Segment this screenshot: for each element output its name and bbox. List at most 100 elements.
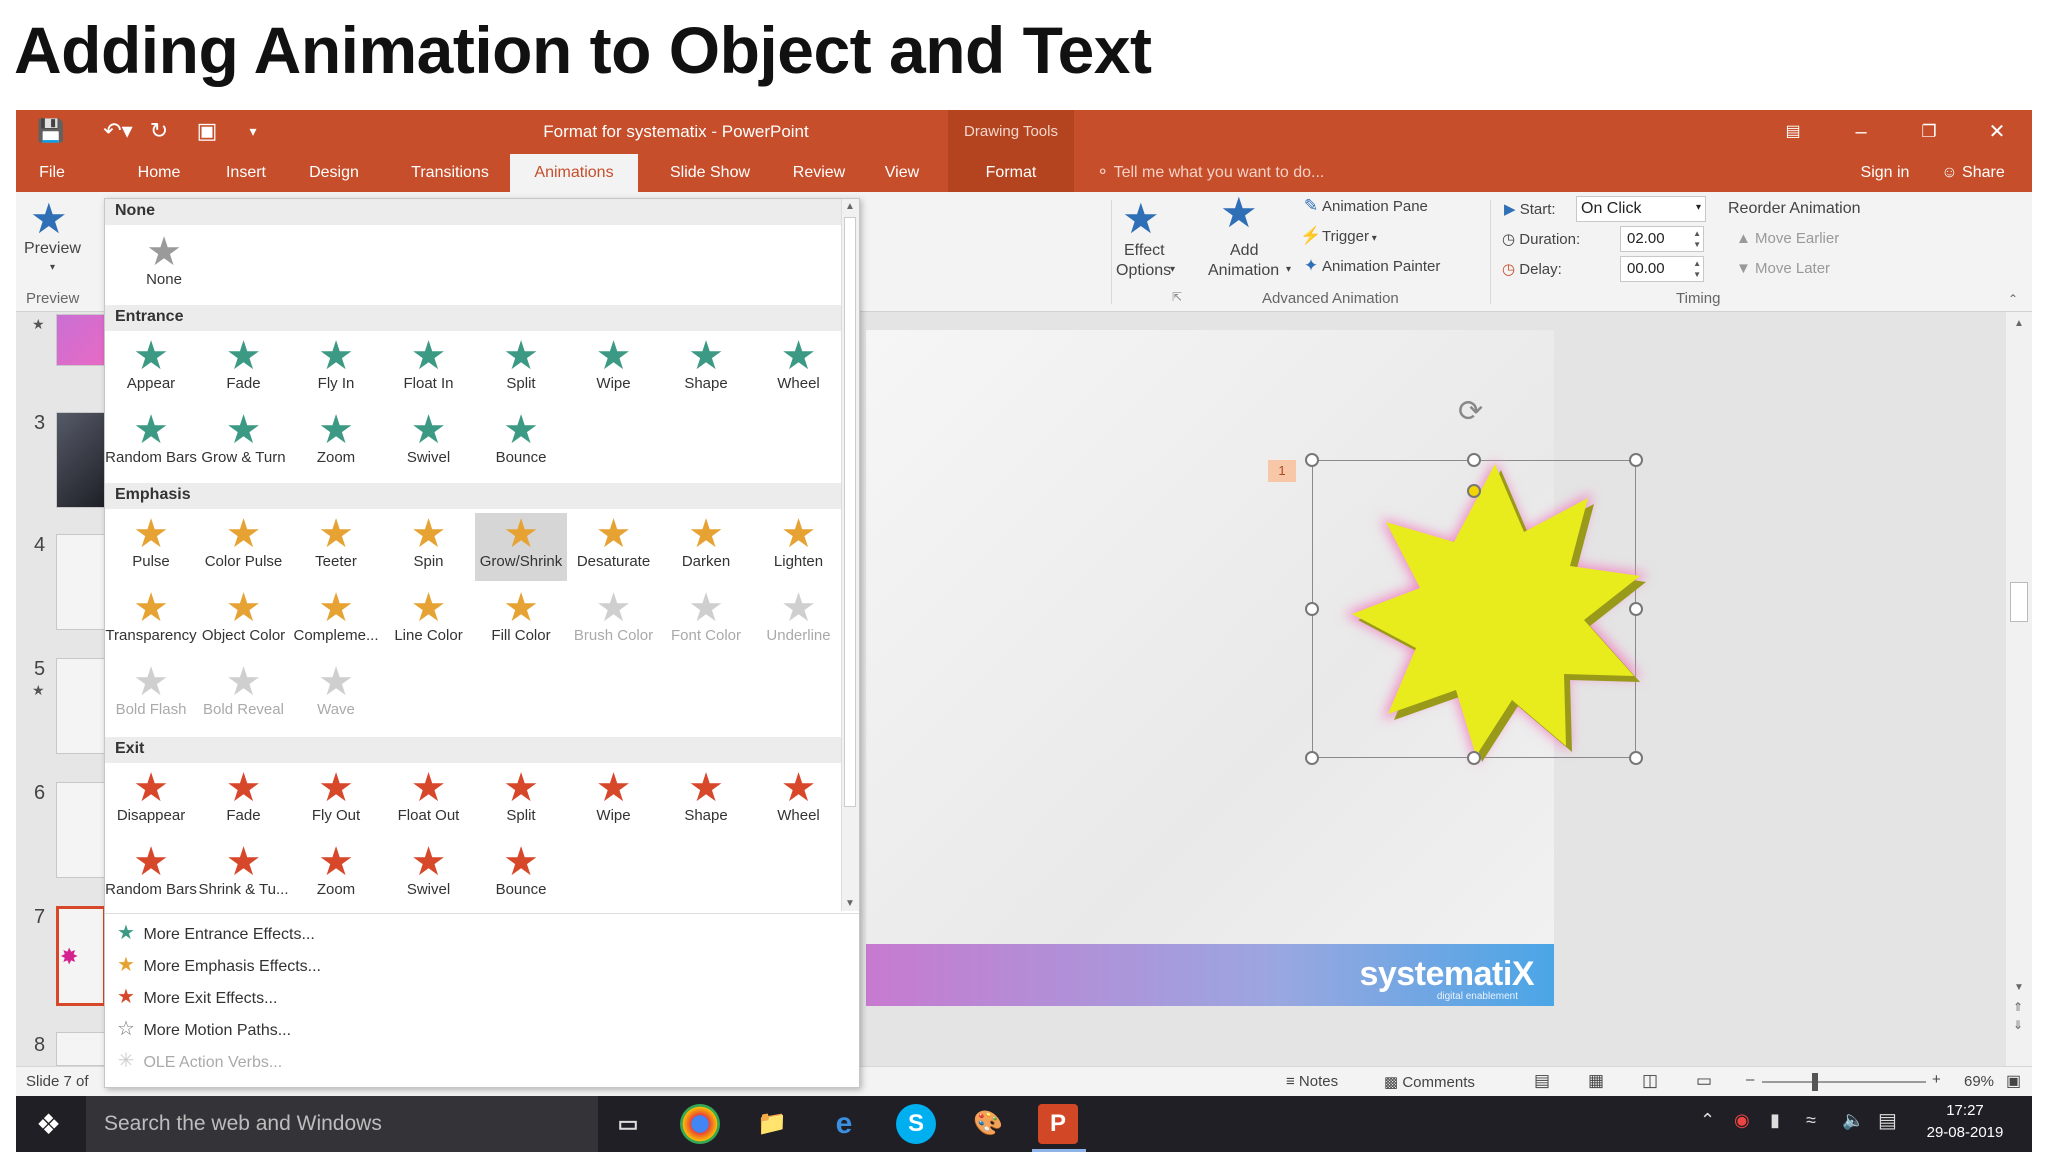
- move-later-button[interactable]: ▼ Move Later: [1736, 260, 1830, 277]
- effect-float-out[interactable]: ★ Float Out: [383, 767, 475, 835]
- slideshow-icon[interactable]: ▭: [1696, 1071, 1712, 1091]
- slide-sorter-icon[interactable]: ▦: [1588, 1071, 1604, 1091]
- tab-animations[interactable]: Animations: [510, 154, 638, 192]
- animation-pane-button[interactable]: ✎ Animation Pane: [1300, 196, 1428, 216]
- preview-button[interactable]: Preview: [24, 240, 81, 258]
- effect-swivel[interactable]: ★ Swivel: [383, 409, 475, 477]
- effect-zoom[interactable]: ★ Zoom: [290, 841, 382, 909]
- tab-insert[interactable]: Insert: [212, 154, 280, 192]
- effect-spin[interactable]: ★ Spin: [383, 513, 475, 581]
- collapse-ribbon-icon[interactable]: ⌃: [2008, 292, 2018, 306]
- tab-slide-show[interactable]: Slide Show: [658, 154, 762, 192]
- scroll-down-icon[interactable]: ▼: [845, 898, 855, 909]
- tab-design[interactable]: Design: [300, 154, 368, 192]
- add-animation-label-1[interactable]: Add: [1230, 242, 1258, 260]
- duration-spinner[interactable]: 02.00 ▲ ▼: [1620, 226, 1704, 252]
- more-entrance-effects[interactable]: ★ More Entrance Effects...: [113, 917, 833, 949]
- paint-icon[interactable]: 🎨: [968, 1104, 1008, 1144]
- zoom-slider[interactable]: [1762, 1081, 1926, 1083]
- edge-icon[interactable]: e: [824, 1104, 864, 1144]
- effect-shrink-tu[interactable]: ★ Shrink & Tu...: [198, 841, 290, 909]
- move-earlier-button[interactable]: ▲ Move Earlier: [1736, 230, 1839, 247]
- volume-icon[interactable]: 🔈: [1842, 1110, 1864, 1131]
- scroll-up-icon[interactable]: ▲: [845, 201, 855, 212]
- effect-wipe[interactable]: ★ Wipe: [568, 335, 660, 403]
- resize-handle[interactable]: [1629, 453, 1643, 467]
- effect-shape[interactable]: ★ Shape: [660, 335, 752, 403]
- effect-appear[interactable]: ★ Appear: [105, 335, 197, 403]
- rotate-handle-icon[interactable]: ⟳: [1458, 394, 1483, 429]
- add-animation-icon[interactable]: ★: [1220, 192, 1258, 234]
- zoom-in-icon[interactable]: +: [1932, 1071, 1941, 1088]
- slide-scrollbar[interactable]: ▲ ▼ ⇑ ⇓: [2006, 312, 2032, 1066]
- effect-float-in[interactable]: ★ Float In: [383, 335, 475, 403]
- effect-transparency[interactable]: ★ Transparency: [105, 587, 197, 655]
- resize-handle[interactable]: [1629, 751, 1643, 765]
- normal-view-icon[interactable]: ▤: [1534, 1071, 1550, 1091]
- effect-options-icon[interactable]: ★: [1122, 198, 1160, 240]
- effect-split[interactable]: ★ Split: [475, 767, 567, 835]
- more-motion-paths[interactable]: ☆ More Motion Paths...: [113, 1013, 833, 1045]
- battery-icon[interactable]: ▮: [1770, 1110, 1780, 1131]
- slide-thumbnail[interactable]: [56, 314, 106, 366]
- resize-handle[interactable]: [1305, 453, 1319, 467]
- previous-slide-icon[interactable]: ⇑: [2013, 1000, 2023, 1014]
- effect-fly-in[interactable]: ★ Fly In: [290, 335, 382, 403]
- scroll-up-icon[interactable]: ▲: [2014, 318, 2024, 329]
- effect-line-color[interactable]: ★ Line Color: [383, 587, 475, 655]
- add-animation-label-2[interactable]: Animation: [1208, 262, 1279, 280]
- scroll-thumb[interactable]: [844, 217, 856, 807]
- start-dropdown[interactable]: On Click ▾: [1576, 196, 1706, 222]
- comments-button[interactable]: ▩ Comments: [1384, 1073, 1475, 1091]
- tab-file[interactable]: File: [22, 154, 82, 192]
- slide-thumbnail[interactable]: [56, 534, 106, 630]
- slide-thumbnail[interactable]: [56, 412, 106, 508]
- preview-dropdown-icon[interactable]: ▾: [50, 262, 55, 273]
- effect-bounce[interactable]: ★ Bounce: [475, 409, 567, 477]
- effect-random-bars[interactable]: ★ Random Bars: [105, 409, 197, 477]
- more-exit-effects[interactable]: ★ More Exit Effects...: [113, 981, 833, 1013]
- start-from-beginning-icon[interactable]: ▣: [192, 116, 222, 146]
- spinner-arrows-icon[interactable]: ▲ ▼: [1693, 258, 1701, 280]
- redo-icon[interactable]: ↻: [144, 116, 174, 146]
- fit-to-window-icon[interactable]: ▣: [2006, 1071, 2021, 1091]
- effect-disappear[interactable]: ★ Disappear: [105, 767, 197, 835]
- resize-handle[interactable]: [1629, 602, 1643, 616]
- effect-options-label-1[interactable]: Effect: [1124, 242, 1165, 260]
- spinner-arrows-icon[interactable]: ▲ ▼: [1693, 228, 1701, 250]
- task-view-icon[interactable]: ▭: [608, 1104, 648, 1144]
- effect-lighten[interactable]: ★ Lighten: [753, 513, 845, 581]
- gallery-scrollbar[interactable]: ▲ ▼: [841, 199, 859, 911]
- effect-fade[interactable]: ★ Fade: [198, 335, 290, 403]
- effect-options-label-2[interactable]: Options: [1116, 262, 1171, 280]
- dialog-launcher-icon[interactable]: ⇱: [1172, 290, 1182, 304]
- preview-star-icon[interactable]: ★: [30, 198, 68, 240]
- sign-in-link[interactable]: Sign in: [1850, 154, 1920, 192]
- effect-darken[interactable]: ★ Darken: [660, 513, 752, 581]
- share-button[interactable]: ☺ Share: [1930, 154, 2016, 192]
- tab-home[interactable]: Home: [126, 154, 192, 192]
- effect-options-dropdown-icon[interactable]: ▾: [1170, 264, 1175, 275]
- effect-shape[interactable]: ★ Shape: [660, 767, 752, 835]
- tab-transitions[interactable]: Transitions: [398, 154, 502, 192]
- tell-me-box[interactable]: ⚬ Tell me what you want to do...: [1096, 154, 1324, 192]
- effect-random-bars[interactable]: ★ Random Bars: [105, 841, 197, 909]
- effect-pulse[interactable]: ★ Pulse: [105, 513, 197, 581]
- effect-fade[interactable]: ★ Fade: [198, 767, 290, 835]
- delay-spinner[interactable]: 00.00 ▲ ▼: [1620, 256, 1704, 282]
- scroll-thumb[interactable]: [2010, 582, 2028, 622]
- slide-thumbnail[interactable]: [56, 658, 106, 754]
- resize-handle[interactable]: [1305, 602, 1319, 616]
- skype-icon[interactable]: S: [896, 1104, 936, 1144]
- slide-thumbnail[interactable]: [56, 1032, 106, 1066]
- show-hidden-icons[interactable]: ⌃: [1700, 1110, 1715, 1131]
- resize-handle[interactable]: [1467, 453, 1481, 467]
- zoom-out-icon[interactable]: –: [1746, 1071, 1754, 1088]
- effect-wheel[interactable]: ★ Wheel: [753, 767, 845, 835]
- effect-split[interactable]: ★ Split: [475, 335, 567, 403]
- resize-handle[interactable]: [1467, 751, 1481, 765]
- tab-format[interactable]: Format: [948, 154, 1074, 192]
- chrome-icon[interactable]: [680, 1104, 720, 1144]
- customize-qat-icon[interactable]: ▾: [242, 116, 264, 146]
- scroll-down-icon[interactable]: ▼: [2014, 982, 2024, 993]
